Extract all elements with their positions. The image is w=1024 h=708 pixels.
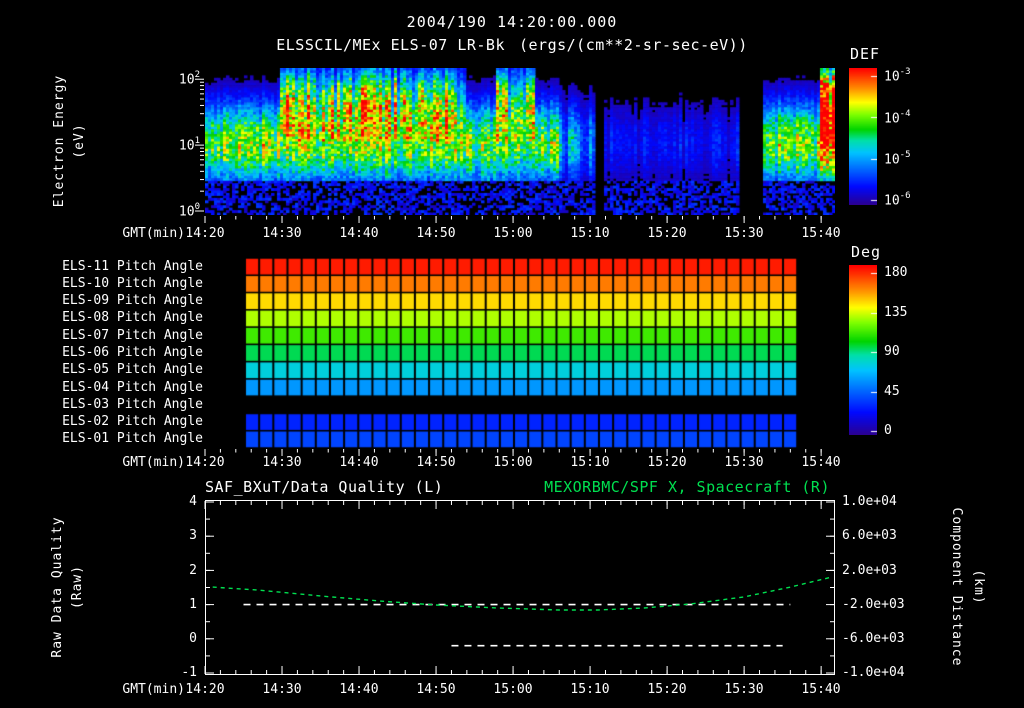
energy-axis-label: Electron Energy <box>52 74 67 208</box>
distance-tick-label: 2.0e+03 <box>842 563 897 578</box>
energy-tick-label: 102 <box>178 70 200 88</box>
energy-tick-label: 100 <box>178 202 200 220</box>
distance-tick-label: 6.0e+03 <box>842 528 897 543</box>
time-tick-label: 15:30 <box>724 455 764 470</box>
time-tick-label: 14:30 <box>262 682 302 697</box>
time-tick-label: 14:50 <box>416 455 456 470</box>
electron-spectrogram-canvas <box>205 68 835 215</box>
energy-tick-label: 101 <box>178 136 200 154</box>
time-tick-label: 15:20 <box>647 455 687 470</box>
time-tick-label: 15:00 <box>493 455 533 470</box>
distance-tick-label: -1.0e+04 <box>842 665 905 680</box>
time-tick-label: 15:10 <box>570 455 610 470</box>
time-tick-label: 15:10 <box>570 682 610 697</box>
bottom-left-title: SAF_BXuT/Data Quality (L) <box>205 478 444 496</box>
pitch-row-label: ELS-05 Pitch Angle <box>62 362 203 377</box>
units-label: (ergs/(cm**2-sr-sec-eV)) <box>519 36 748 54</box>
time-tick-label: 14:40 <box>339 682 379 697</box>
time-tick-label: 14:20 <box>185 455 225 470</box>
deg-colorbar <box>849 265 877 435</box>
pitch-row-label: ELS-04 Pitch Angle <box>62 380 203 395</box>
time-tick-label: 14:50 <box>416 682 456 697</box>
bottom-line-series <box>212 576 833 647</box>
time-tick-label: 15:30 <box>724 226 764 241</box>
bottom-axis-box <box>204 500 835 675</box>
gmt-axis-label: GMT(min) <box>122 682 185 697</box>
quality-tick-label: 1 <box>189 597 197 612</box>
time-tick-label: 15:30 <box>724 682 764 697</box>
time-tick-label: 15:40 <box>801 226 841 241</box>
gmt-axis-label: GMT(min) <box>122 455 185 470</box>
deg-colorbar-tick: 45 <box>884 384 900 399</box>
pitch-row-label: ELS-06 Pitch Angle <box>62 345 203 360</box>
time-tick-label: 15:40 <box>801 682 841 697</box>
bottom-right-title: MEXORBMC/SPF X, Spacecraft (R) <box>544 478 830 496</box>
quality-tick-label: -1 <box>181 665 197 680</box>
time-tick-label: 14:50 <box>416 226 456 241</box>
deg-colorbar-tick: 135 <box>884 305 908 320</box>
time-tick-label: 15:20 <box>647 682 687 697</box>
quality-axis-label: Raw Data Quality <box>50 516 65 658</box>
def-colorbar-title: DEF <box>850 45 881 63</box>
quality-tick-label: 0 <box>189 631 197 646</box>
quality-tick-label: 4 <box>189 494 197 509</box>
deg-colorbar-tick: 0 <box>884 423 892 438</box>
time-tick-label: 15:40 <box>801 455 841 470</box>
time-tick-label: 14:20 <box>185 682 225 697</box>
def-colorbar-tick: 10-3 <box>884 67 911 85</box>
def-colorbar-tick: 10-4 <box>884 109 911 127</box>
time-tick-label: 14:40 <box>339 455 379 470</box>
pitch-row-label: ELS-11 Pitch Angle <box>62 259 203 274</box>
distance-tick-label: -6.0e+03 <box>842 631 905 646</box>
pitch-row-label: ELS-10 Pitch Angle <box>62 276 203 291</box>
quality-tick-label: 3 <box>189 528 197 543</box>
distance-axis-label: Component Distance <box>949 507 964 667</box>
def-colorbar-tick: 10-5 <box>884 150 911 168</box>
pitch-angle-canvas <box>205 258 835 448</box>
time-tick-label: 14:30 <box>262 455 302 470</box>
time-tick-label: 14:20 <box>185 226 225 241</box>
science-plot-page: 2004/190 14:20:00.000 ELSSCIL/MEx ELS-07… <box>0 0 1024 708</box>
distance-tick-label: 1.0e+04 <box>842 494 897 509</box>
instrument-title: ELSSCIL/MEx ELS-07 LR-Bk <box>276 36 505 54</box>
time-tick-label: 15:10 <box>570 226 610 241</box>
pitch-row-label: ELS-02 Pitch Angle <box>62 414 203 429</box>
pitch-row-label: ELS-01 Pitch Angle <box>62 431 203 446</box>
energy-axis-units: (eV) <box>72 123 87 159</box>
quality-tick-label: 2 <box>189 563 197 578</box>
time-tick-label: 15:00 <box>493 226 533 241</box>
pitch-row-label: ELS-08 Pitch Angle <box>62 310 203 325</box>
timestamp-title: 2004/190 14:20:00.000 <box>406 13 618 31</box>
distance-axis-units: (km) <box>971 569 986 605</box>
time-tick-label: 14:30 <box>262 226 302 241</box>
quality-axis-units: (Raw) <box>70 564 85 610</box>
pitch-row-label: ELS-03 Pitch Angle <box>62 397 203 412</box>
deg-colorbar-tick: 180 <box>884 265 908 280</box>
deg-colorbar-tick: 90 <box>884 344 900 359</box>
time-tick-label: 15:20 <box>647 226 687 241</box>
distance-tick-label: -2.0e+03 <box>842 597 905 612</box>
time-tick-label: 15:00 <box>493 682 533 697</box>
deg-colorbar-title: Deg <box>851 243 882 261</box>
def-colorbar-tick: 10-6 <box>884 191 911 209</box>
def-colorbar <box>849 68 877 205</box>
gmt-axis-label: GMT(min) <box>122 226 185 241</box>
pitch-row-label: ELS-07 Pitch Angle <box>62 328 203 343</box>
pitch-row-label: ELS-09 Pitch Angle <box>62 293 203 308</box>
time-tick-label: 14:40 <box>339 226 379 241</box>
